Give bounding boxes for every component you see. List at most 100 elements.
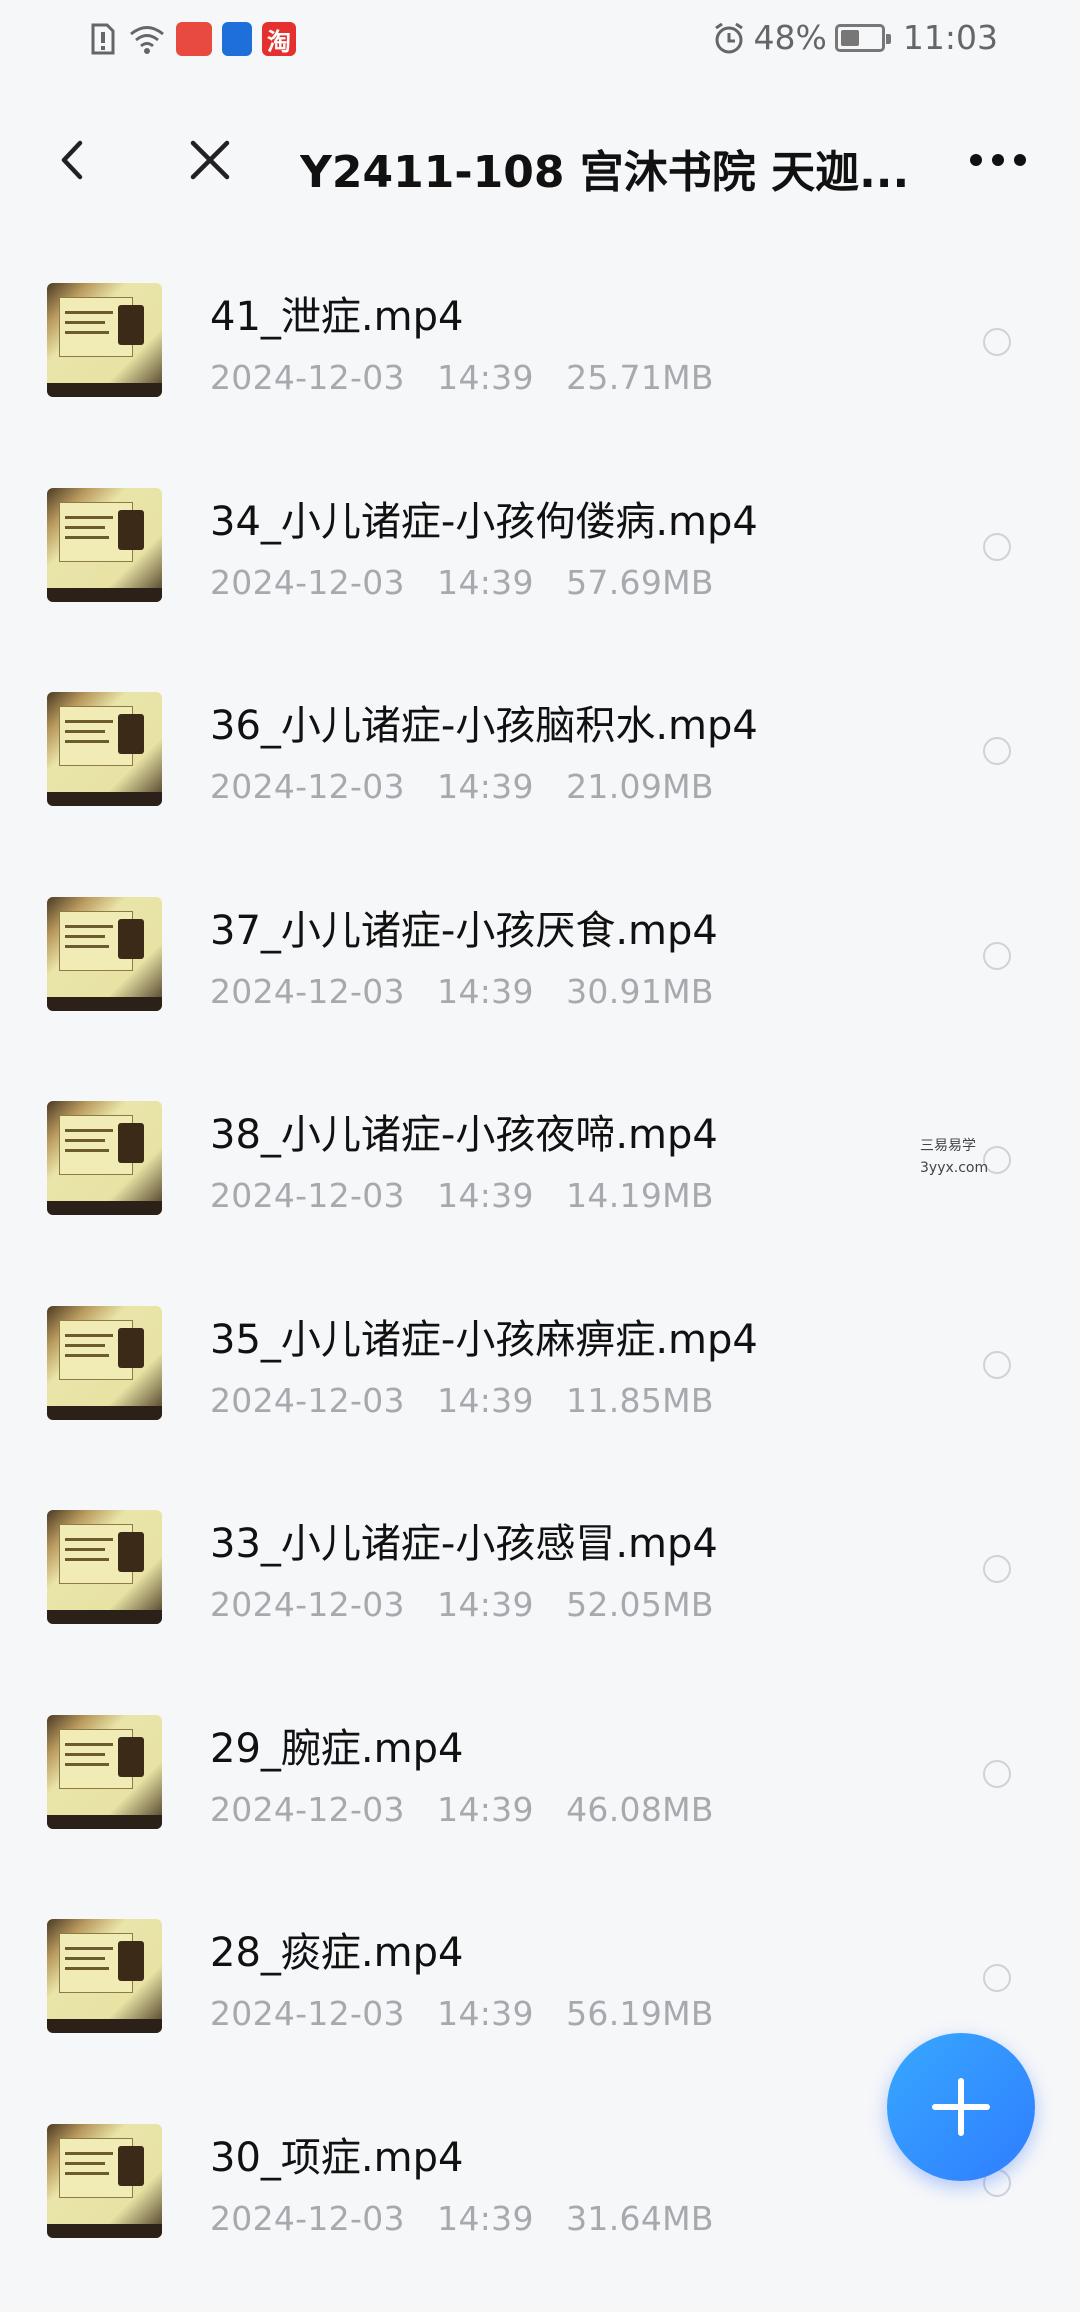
file-size: 31.64MB [566, 2198, 714, 2238]
file-name: 28_痰症.mp4 [210, 1930, 464, 1976]
video-thumbnail [47, 487, 162, 602]
file-meta: 2024-12-03 14:39 14.19MB [210, 1176, 714, 1215]
file-row[interactable]: 36_小儿诸症-小孩脑积水.mp4 2024-12-03 14:39 21.09… [0, 657, 1080, 862]
file-time: 14:39 [437, 1585, 534, 1624]
video-thumbnail [47, 1919, 162, 2033]
add-button[interactable] [887, 2033, 1035, 2181]
select-radio[interactable] [983, 1555, 1011, 1583]
select-radio[interactable] [983, 532, 1011, 561]
file-row[interactable]: 35_小儿诸症-小孩麻痹症.mp4 2024-12-03 14:39 11.85… [0, 1271, 1080, 1476]
select-radio[interactable] [983, 1350, 1011, 1379]
battery-percent: 48% [753, 18, 827, 57]
file-meta: 2024-12-03 14:39 46.08MB [210, 1790, 714, 1829]
file-date: 2024-12-03 [210, 1994, 405, 2033]
battery-icon [834, 23, 891, 52]
file-size: 21.09MB [566, 767, 714, 806]
select-radio[interactable] [983, 737, 1011, 765]
file-time: 14:39 [437, 1176, 534, 1215]
system-status: 48% 11:03 [712, 18, 998, 57]
shield-app-icon [222, 22, 252, 56]
video-thumbnail [47, 1510, 162, 1624]
video-thumbnail [47, 283, 162, 397]
file-row[interactable]: 33_小儿诸症-小孩感冒.mp4 2024-12-03 14:39 52.05M… [0, 1475, 1080, 1680]
file-size: 11.85MB [566, 1380, 714, 1420]
video-thumbnail [47, 1714, 162, 1829]
file-row[interactable]: 37_小儿诸症-小孩厌食.mp4 2024-12-03 14:39 30.91M… [0, 862, 1080, 1067]
clock: 11:03 [902, 18, 998, 57]
file-date: 2024-12-03 [210, 971, 405, 1011]
file-date: 2024-12-03 [210, 767, 405, 806]
page-title: Y2411-108 宫沐书院 天迦... [300, 147, 910, 198]
app-notification-icon [176, 22, 212, 56]
video-thumbnail [47, 1101, 162, 1215]
file-row[interactable]: 38_小儿诸症-小孩夜啼.mp4 2024-12-03 14:39 14.19M… [0, 1066, 1080, 1271]
video-thumbnail [47, 2123, 162, 2238]
file-size: 14.19MB [566, 1176, 714, 1215]
file-size: 25.71MB [566, 358, 714, 397]
file-meta: 2024-12-03 14:39 25.71MB [210, 358, 714, 397]
file-date: 2024-12-03 [210, 562, 405, 602]
file-name: 41_泄症.mp4 [210, 294, 464, 340]
watermark-text: 三易易学 [920, 1138, 976, 1154]
file-meta: 2024-12-03 14:39 31.64MB [210, 2199, 714, 2238]
file-name: 30_项症.mp4 [210, 2134, 464, 2181]
video-thumbnail [47, 1305, 162, 1420]
battery-level [840, 29, 859, 46]
file-size: 56.19MB [566, 1994, 714, 2033]
file-name: 37_小儿诸症-小孩厌食.mp4 [210, 907, 718, 954]
file-meta: 2024-12-03 14:39 30.91MB [210, 972, 714, 1011]
video-thumbnail [47, 896, 162, 1011]
file-meta: 2024-12-03 14:39 21.09MB [210, 767, 714, 806]
more-options-icon[interactable] [970, 145, 1040, 175]
file-time: 14:39 [437, 1994, 534, 2033]
status-bar: 淘 48% 11:03 [0, 0, 1080, 80]
select-radio[interactable] [983, 328, 1011, 356]
file-list: 41_泄症.mp4 2024-12-03 14:39 25.71MB 34_小儿… [0, 248, 1080, 2293]
file-name: 29_腕症.mp4 [210, 1725, 464, 1772]
file-time: 14:39 [437, 1380, 534, 1420]
file-name: 34_小儿诸症-小孩佝偻病.mp4 [210, 498, 758, 545]
alarm-icon [714, 22, 743, 53]
taobao-app-icon: 淘 [262, 22, 296, 56]
file-row[interactable]: 34_小儿诸症-小孩佝偻病.mp4 2024-12-03 14:39 57.69… [0, 453, 1080, 658]
file-date: 2024-12-03 [210, 1585, 405, 1624]
select-radio[interactable] [983, 1964, 1011, 1992]
notification-icons: 淘 [88, 22, 296, 56]
file-name: 33_小儿诸症-小孩感冒.mp4 [210, 1521, 718, 1567]
select-radio[interactable] [983, 1759, 1011, 1788]
file-time: 14:39 [437, 1789, 534, 1829]
file-size: 52.05MB [566, 1585, 714, 1624]
file-size: 57.69MB [566, 562, 714, 602]
watermark: 三易易学 3yyx.com [920, 1135, 988, 1179]
file-time: 14:39 [437, 2198, 534, 2238]
select-radio[interactable] [983, 941, 1011, 970]
back-icon[interactable] [50, 135, 100, 185]
file-date: 2024-12-03 [210, 1789, 405, 1829]
file-date: 2024-12-03 [210, 358, 405, 397]
file-meta: 2024-12-03 14:39 11.85MB [210, 1381, 714, 1420]
top-bar: Y2411-108 宫沐书院 天迦... [0, 110, 1080, 210]
sim-alert-icon [91, 23, 115, 55]
video-thumbnail [47, 692, 162, 806]
file-date: 2024-12-03 [210, 2198, 405, 2238]
file-date: 2024-12-03 [210, 1380, 405, 1420]
file-size: 46.08MB [566, 1789, 714, 1829]
file-row[interactable]: 41_泄症.mp4 2024-12-03 14:39 25.71MB [0, 248, 1080, 453]
file-time: 14:39 [437, 971, 534, 1011]
close-icon[interactable] [185, 135, 235, 185]
file-date: 2024-12-03 [210, 1176, 405, 1215]
wifi-icon [130, 26, 164, 54]
file-row[interactable]: 29_腕症.mp4 2024-12-03 14:39 46.08MB [0, 1680, 1080, 1885]
file-time: 14:39 [437, 562, 534, 602]
file-size: 30.91MB [566, 971, 714, 1011]
plus-icon [932, 2078, 990, 2136]
file-name: 35_小儿诸症-小孩麻痹症.mp4 [210, 1316, 758, 1363]
file-meta: 2024-12-03 14:39 57.69MB [210, 563, 714, 602]
file-time: 14:39 [437, 767, 534, 806]
file-meta: 2024-12-03 14:39 56.19MB [210, 1994, 714, 2033]
file-name: 36_小儿诸症-小孩脑积水.mp4 [210, 703, 758, 749]
file-time: 14:39 [437, 358, 534, 397]
watermark-url: 3yyx.com [920, 1160, 989, 1176]
file-meta: 2024-12-03 14:39 52.05MB [210, 1585, 714, 1624]
file-name: 38_小儿诸症-小孩夜啼.mp4 [210, 1112, 718, 1158]
